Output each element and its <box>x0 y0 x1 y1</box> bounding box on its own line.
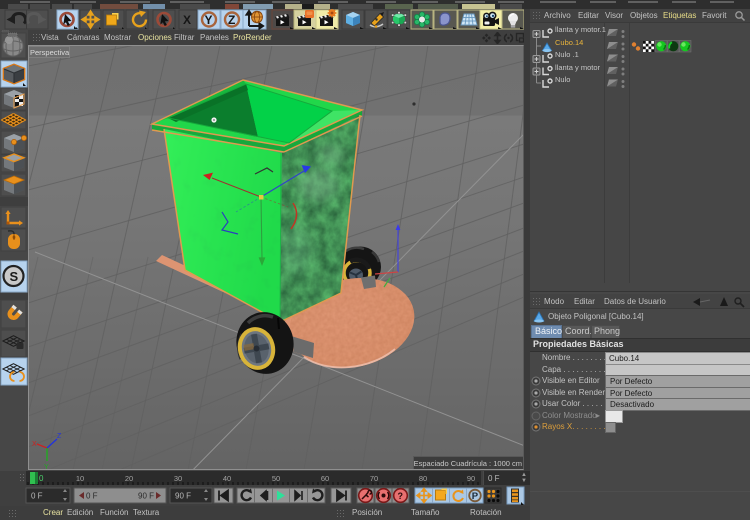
svg-text:Y: Y <box>205 13 213 27</box>
svg-text:0: 0 <box>39 474 44 483</box>
svg-text:Z: Z <box>228 13 235 27</box>
svg-text:90 F: 90 F <box>138 492 154 501</box>
svg-text:0 F: 0 F <box>86 492 98 501</box>
svg-text:80: 80 <box>419 474 427 483</box>
svg-text:10: 10 <box>76 474 84 483</box>
svg-text:20: 20 <box>125 474 133 483</box>
svg-text:?: ? <box>398 491 404 501</box>
svg-text:Z: Z <box>57 433 62 440</box>
svg-text:S: S <box>10 269 19 284</box>
svg-text:X: X <box>183 13 191 27</box>
svg-text:0 F: 0 F <box>31 492 43 501</box>
svg-text:50: 50 <box>272 474 280 483</box>
svg-text:40: 40 <box>223 474 231 483</box>
svg-text:Y: Y <box>44 464 49 470</box>
svg-text:90: 90 <box>467 474 475 483</box>
svg-text:30: 30 <box>174 474 182 483</box>
svg-text:P: P <box>472 491 479 502</box>
svg-text:90 F: 90 F <box>175 492 191 501</box>
svg-text:60: 60 <box>321 474 329 483</box>
svg-text:70: 70 <box>370 474 378 483</box>
svg-text:X: X <box>32 441 37 448</box>
